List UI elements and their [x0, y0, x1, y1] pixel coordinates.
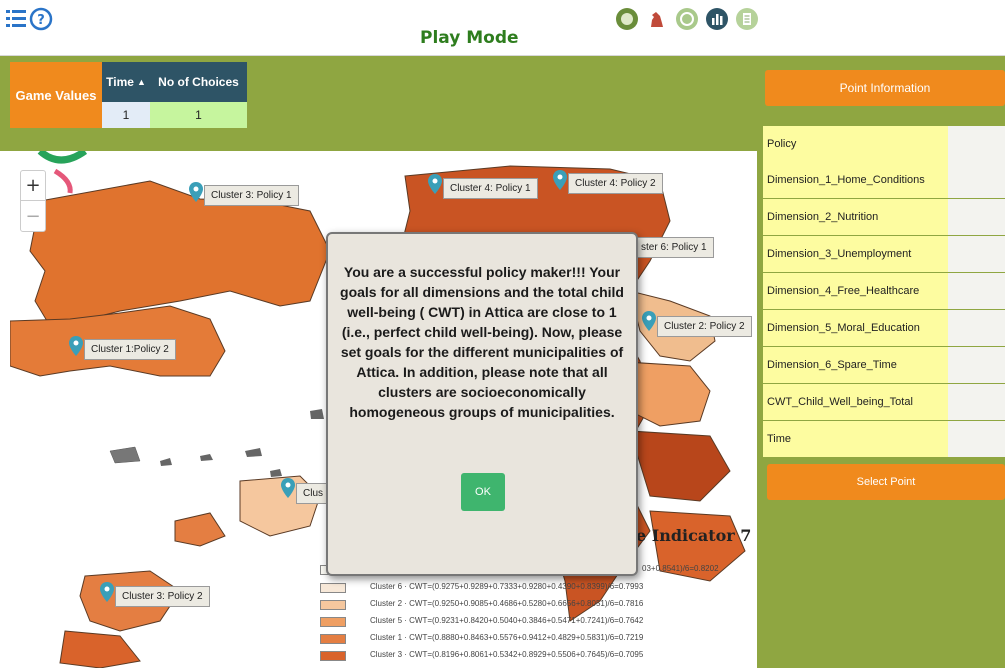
field-value [948, 421, 1005, 457]
cluster-label[interactable]: Cluster 4: Policy 1 [443, 178, 538, 199]
field-label: Dimension_6_Spare_Time [763, 347, 948, 383]
document-icon[interactable] [735, 6, 759, 32]
game-values-label: Game Values [10, 62, 102, 128]
map-marker-icon[interactable] [428, 174, 442, 194]
legend-text: 03+0.8541)/6=0.8202 [642, 564, 719, 573]
zoom-control: + − [20, 170, 46, 232]
dialog-message: You are a successful policy maker!!! You… [340, 264, 624, 420]
point-info-row: Dimension_6_Spare_Time [763, 347, 1005, 383]
legend-text: Cluster 2 · CWT=(0.9250+0.9085+0.4686+0.… [370, 599, 644, 608]
map-marker-icon[interactable] [69, 336, 83, 356]
cluster-label[interactable]: Cluster 3: Policy 1 [204, 185, 299, 206]
field-label: CWT_Child_Well_being_Total [763, 384, 948, 420]
legend-swatch [320, 651, 346, 661]
menu-list-icon[interactable] [4, 6, 30, 32]
field-value [948, 199, 1005, 235]
cluster-label[interactable]: Clus [296, 483, 331, 504]
success-dialog: You are a successful policy maker!!! You… [326, 232, 638, 576]
svg-text:?: ? [37, 13, 45, 28]
top-bar: ? Play Mode [0, 0, 1005, 56]
logo-arc [37, 151, 88, 164]
point-info-row: Dimension_4_Free_Healthcare [763, 273, 1005, 309]
legend-swatch [320, 617, 346, 627]
point-info-row: Policy [763, 126, 1005, 162]
time-value: 1 [102, 102, 150, 128]
map-marker-icon[interactable] [642, 311, 656, 331]
field-label: Dimension_3_Unemployment [763, 236, 948, 272]
legend-text: Cluster 3 · CWT=(0.8196+0.8061+0.5342+0.… [370, 650, 644, 659]
legend-swatch [320, 583, 346, 593]
field-value [948, 310, 1005, 346]
point-information-header: Point Information [765, 70, 1005, 106]
point-info-row: Dimension_3_Unemployment [763, 236, 1005, 272]
legend-row: Cluster 2 · CWT=(0.9250+0.9085+0.4686+0.… [320, 599, 757, 611]
legend-title: e Indicator 7 [636, 526, 752, 545]
field-label: Policy [763, 126, 948, 162]
point-info-row: Time [763, 421, 1005, 457]
cluster-label[interactable]: Cluster 2: Policy 2 [657, 316, 752, 337]
legend-row: Cluster 6 · CWT=(0.9275+0.9289+0.7333+0.… [320, 582, 757, 594]
map-marker-icon[interactable] [189, 182, 203, 202]
zoom-out-button[interactable]: − [21, 201, 45, 231]
zoom-in-button[interactable]: + [21, 171, 45, 201]
map-marker-icon[interactable] [100, 582, 114, 602]
cluster-label[interactable]: Cluster 4: Policy 2 [568, 173, 663, 194]
field-value [948, 384, 1005, 420]
point-info-row: CWT_Child_Well_being_Total [763, 384, 1005, 420]
point-info-row: Dimension_2_Nutrition [763, 199, 1005, 235]
legend-text: Cluster 5 · CWT=(0.9231+0.8420+0.5040+0.… [370, 616, 644, 625]
legend-row: Cluster 5 · CWT=(0.9231+0.8420+0.5040+0.… [320, 616, 757, 628]
ok-button[interactable]: OK [461, 473, 505, 511]
legend-row: Cluster 3 · CWT=(0.8196+0.8061+0.5342+0.… [320, 650, 757, 662]
legend-swatch [320, 600, 346, 610]
logo-arc-pink [53, 168, 73, 194]
cluster-label[interactable]: ster 6: Policy 1 [634, 237, 714, 258]
chart-icon[interactable] [705, 6, 729, 32]
legend-text: Cluster 1 · CWT=(0.8880+0.8463+0.5576+0.… [370, 633, 644, 642]
chess-knight-icon[interactable] [645, 6, 669, 32]
help-icon[interactable]: ? [28, 6, 54, 32]
field-label: Dimension_1_Home_Conditions [763, 162, 948, 198]
page-title: Play Mode [420, 28, 519, 48]
field-value [948, 162, 1005, 198]
field-label: Time [763, 421, 948, 457]
select-point-button[interactable]: Select Point [767, 464, 1005, 500]
time-column-header[interactable]: Time ▲ [102, 62, 150, 102]
legend-swatch [320, 634, 346, 644]
field-label: Dimension_4_Free_Healthcare [763, 273, 948, 309]
record-icon[interactable] [615, 6, 639, 32]
cluster-label[interactable]: Cluster 3: Policy 2 [115, 586, 210, 607]
legend-text: Cluster 6 · CWT=(0.9275+0.9289+0.7333+0.… [370, 582, 644, 591]
point-info-row: Dimension_5_Moral_Education [763, 310, 1005, 346]
sort-arrow-icon: ▲ [136, 77, 146, 87]
field-value [948, 273, 1005, 309]
refresh-icon[interactable] [675, 6, 699, 32]
field-value [948, 347, 1005, 383]
cluster-label[interactable]: Cluster 1:Policy 2 [84, 339, 176, 360]
field-label: Dimension_2_Nutrition [763, 199, 948, 235]
choices-column-header: No of Choices [150, 62, 247, 102]
legend-row: Cluster 1 · CWT=(0.8880+0.8463+0.5576+0.… [320, 633, 757, 645]
field-value [948, 236, 1005, 272]
field-label: Dimension_5_Moral_Education [763, 310, 948, 346]
field-value [948, 126, 1005, 162]
point-info-row: Dimension_1_Home_Conditions [763, 162, 1005, 198]
choices-value: 1 [150, 102, 247, 128]
map-marker-icon[interactable] [281, 478, 295, 498]
map-marker-icon[interactable] [553, 170, 567, 190]
